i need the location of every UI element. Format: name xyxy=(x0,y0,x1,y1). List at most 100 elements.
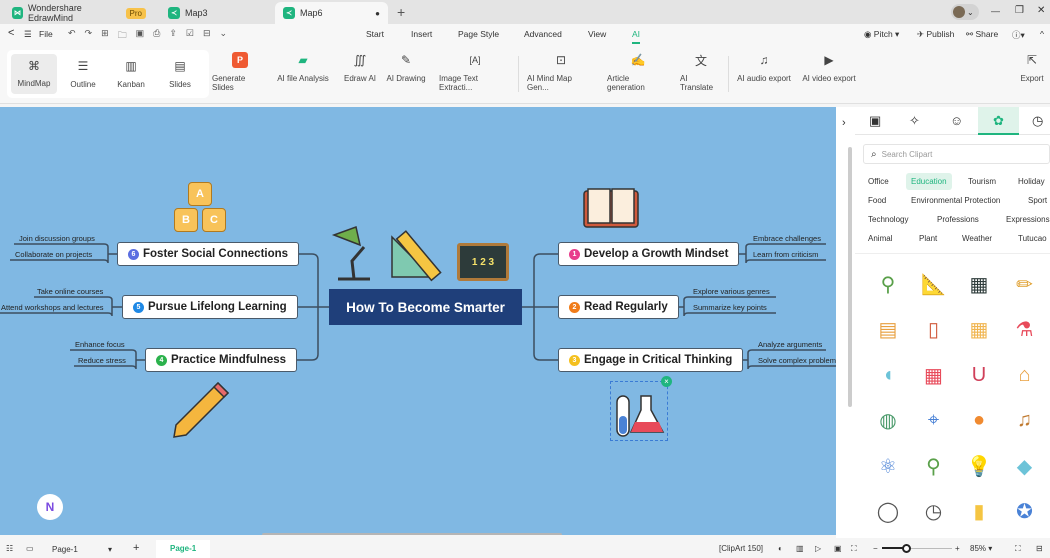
topic-growth-mindset[interactable]: 1 Develop a Growth Mindset xyxy=(558,242,740,266)
publish-button[interactable]: ✈ Publish xyxy=(917,29,954,40)
stopwatch-clipart-icon[interactable]: ◷ xyxy=(920,498,948,526)
category-professions[interactable]: Professions xyxy=(937,215,979,224)
category-holiday[interactable]: Holiday xyxy=(1018,177,1045,186)
subtopic[interactable]: Summarize key points xyxy=(690,303,770,314)
magnet-clipart-icon[interactable]: U xyxy=(965,361,993,389)
view-slides[interactable]: ▤ Slides xyxy=(160,58,200,89)
save-icon[interactable]: ▣ xyxy=(136,28,145,44)
book-clipart-icon[interactable]: ▯ xyxy=(920,316,948,344)
zoom-slider[interactable] xyxy=(882,544,952,554)
fit-content-icon[interactable]: ⛶ xyxy=(851,544,857,554)
ai-tab-icon[interactable]: ✧ xyxy=(909,113,920,129)
theme-icon[interactable]: ◐ xyxy=(778,544,783,553)
collapse-panel-icon[interactable]: ⊟ xyxy=(1036,544,1043,553)
menu-view[interactable]: View xyxy=(588,29,606,39)
globe-clipart-icon[interactable]: ◍ xyxy=(874,407,902,435)
back-button[interactable]: < xyxy=(8,27,14,39)
history-tab-icon[interactable]: ◷ xyxy=(1032,113,1043,129)
open-folder-icon[interactable]: 🗀 xyxy=(118,28,127,44)
ai-mindmap-gen-button[interactable]: ⊡ AI Mind Map Gen... xyxy=(527,52,595,92)
subtopic[interactable]: Join discussion groups xyxy=(16,234,98,245)
file-menu[interactable]: File xyxy=(39,29,53,39)
topic-read-regularly[interactable]: 2 Read Regularly xyxy=(558,295,679,319)
ai-video-export-button[interactable]: ▶ AI video export xyxy=(802,52,856,83)
share-button[interactable]: ⚯ Share xyxy=(966,29,998,40)
category-sport[interactable]: Sport xyxy=(1028,196,1047,205)
glue-clipart-icon[interactable]: ▮ xyxy=(965,498,993,526)
menu-page-style[interactable]: Page Style xyxy=(458,29,499,39)
category-plant[interactable]: Plant xyxy=(919,234,937,243)
bean-clipart-icon[interactable]: ◖ xyxy=(874,361,902,389)
watch-clipart-icon[interactable]: ◯ xyxy=(874,498,902,526)
ruler-triangle-clipart[interactable] xyxy=(388,225,448,283)
category-weather[interactable]: Weather xyxy=(962,234,992,243)
central-topic[interactable]: How To Become Smarter xyxy=(329,289,522,325)
add-page-button[interactable]: + xyxy=(133,542,139,554)
generate-slides-button[interactable]: P Generate Slides xyxy=(212,52,268,92)
image-text-extraction-button[interactable]: [A] Image Text Extracti... xyxy=(439,52,511,92)
new-tab-button[interactable]: + xyxy=(397,4,405,20)
subtopic[interactable]: Reduce stress xyxy=(75,356,129,367)
topic-pursue-lifelong-learning[interactable]: 5 Pursue Lifelong Learning xyxy=(122,295,298,319)
menu-start[interactable]: Start xyxy=(366,29,384,39)
pitch-button[interactable]: ◉ Pitch ▾ xyxy=(864,29,899,40)
magnifier-clipart-icon[interactable]: ⚲ xyxy=(920,452,948,480)
zoom-out-button[interactable]: − xyxy=(873,544,878,553)
more-icon[interactable]: ⌄ xyxy=(220,28,228,44)
zoom-in-button[interactable]: + xyxy=(955,544,960,553)
minimize-button[interactable]: — xyxy=(991,6,1000,16)
backpack-clipart-icon[interactable]: ▤ xyxy=(874,316,902,344)
close-icon[interactable]: × xyxy=(661,376,672,387)
tab-map6[interactable]: ≺ Map6 ● xyxy=(275,2,388,24)
redo-icon[interactable]: ↷ xyxy=(85,28,93,44)
page-tab[interactable]: Page-1 xyxy=(156,540,211,558)
slider-thumb[interactable] xyxy=(902,544,911,553)
calculator-clipart-icon[interactable]: ▦ xyxy=(920,361,948,389)
molecule-clipart-icon[interactable]: ⚛ xyxy=(874,452,902,480)
view-outline[interactable]: ☰ Outline xyxy=(63,58,103,89)
school-clipart-icon[interactable]: ⌂ xyxy=(1011,361,1039,389)
category-tutucao[interactable]: Tutucao xyxy=(1018,234,1047,243)
mark-tab-icon[interactable]: ☺ xyxy=(950,113,963,128)
subtopic[interactable]: Explore various genres xyxy=(690,287,773,298)
category-education[interactable]: Education xyxy=(906,173,952,190)
menu-advanced[interactable]: Advanced xyxy=(524,29,562,39)
clipart-search-input[interactable]: ⌕ Search Clipart xyxy=(863,144,1050,164)
subtopic[interactable]: Analyze arguments xyxy=(755,340,825,351)
selected-clipart[interactable]: × xyxy=(610,376,672,441)
fit-page-icon[interactable]: ▣ xyxy=(834,544,842,553)
new-icon[interactable]: ⊞ xyxy=(101,28,109,44)
telescope-clipart-icon[interactable]: ⌖ xyxy=(920,407,948,435)
ruler-clipart-icon[interactable]: 📐 xyxy=(920,270,948,298)
flask-clipart-icon[interactable]: ⚗ xyxy=(1011,316,1039,344)
columns-icon[interactable]: ▥ xyxy=(796,544,804,553)
collapse-ribbon-button[interactable]: ^ xyxy=(1040,29,1044,39)
category-tourism[interactable]: Tourism xyxy=(968,177,996,186)
ai-file-analysis-button[interactable]: ▰ AI file Analysis xyxy=(276,52,330,83)
category-office[interactable]: Office xyxy=(868,177,889,186)
desk-lamp-clipart[interactable] xyxy=(330,225,384,283)
export-button[interactable]: ⇱ Export xyxy=(1018,52,1046,83)
ai-drawing-button[interactable]: ✎ AI Drawing xyxy=(386,52,426,83)
ai-audio-export-button[interactable]: ♫ AI audio export xyxy=(737,52,791,83)
subtopic[interactable]: Embrace challenges xyxy=(750,234,824,245)
subtopic[interactable]: Take online courses xyxy=(34,287,106,298)
hamburger-icon[interactable]: ☰ xyxy=(24,29,32,40)
fullscreen-icon[interactable]: ⛶ xyxy=(1015,544,1021,554)
vertical-scrollbar[interactable] xyxy=(848,147,852,407)
subtopic[interactable]: Learn from criticism xyxy=(750,250,821,261)
restore-button[interactable]: ❐ xyxy=(1015,5,1024,16)
page-select[interactable]: Page-1 ▾ xyxy=(46,542,118,556)
guitar-clipart-icon[interactable]: ♫ xyxy=(1011,407,1039,435)
undo-icon[interactable]: ↶ xyxy=(68,28,76,44)
user-avatar-button[interactable]: ⌄ xyxy=(951,4,979,20)
help-button[interactable]: ⓘ▾? xyxy=(1012,29,1025,41)
menu-insert[interactable]: Insert xyxy=(411,29,432,39)
topic-foster-social-connections[interactable]: 6 Foster Social Connections xyxy=(117,242,300,266)
chalkboard-clipart[interactable]: 1 2 3 xyxy=(457,243,509,281)
eraser-clipart-icon[interactable]: ◆ xyxy=(1011,452,1039,480)
abc-blocks-clipart[interactable]: A B C xyxy=(174,180,230,234)
category-food[interactable]: Food xyxy=(868,196,886,205)
lamp-clipart-icon[interactable]: ⚲ xyxy=(874,270,902,298)
open-book-clipart[interactable] xyxy=(582,185,640,229)
